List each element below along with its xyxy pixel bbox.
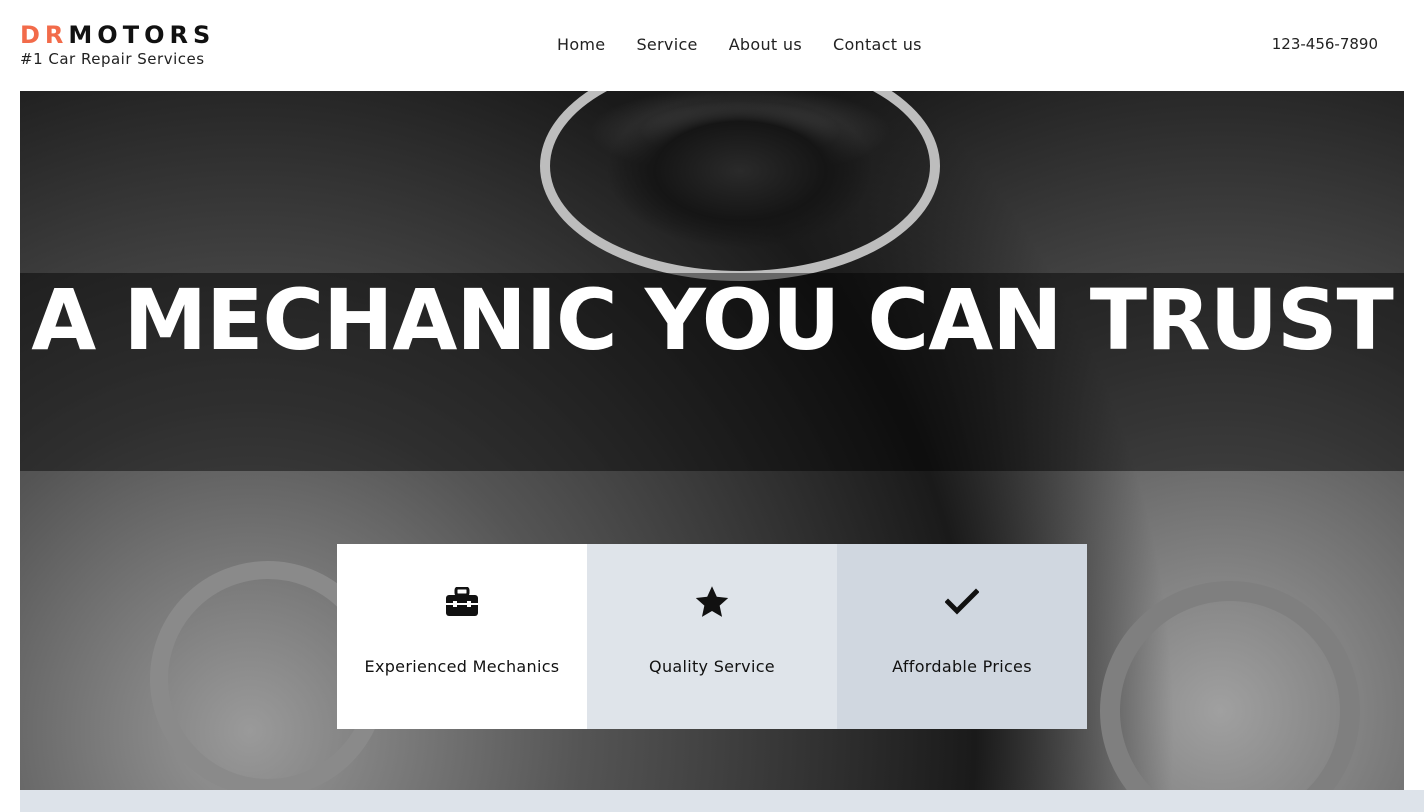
logo-title: DRMOTORS: [20, 22, 215, 48]
checkmark-icon: [944, 584, 980, 620]
logo-tagline: #1 Car Repair Services: [20, 50, 205, 68]
features-row: Experienced Mechanics Quality Service Af…: [337, 544, 1087, 729]
main-nav: Home Service About us Contact us: [557, 35, 953, 54]
feature-label: Experienced Mechanics: [364, 657, 560, 676]
nav-about-link[interactable]: About us: [729, 35, 802, 54]
next-section-strip: [20, 790, 1424, 812]
nav-home-link[interactable]: Home: [557, 35, 605, 54]
toolbox-icon: [444, 584, 480, 620]
feature-card-quality-service: Quality Service: [587, 544, 837, 729]
feature-label: Quality Service: [649, 657, 775, 676]
nav-contact-link[interactable]: Contact us: [833, 35, 922, 54]
feature-card-experienced-mechanics: Experienced Mechanics: [337, 544, 587, 729]
logo-dr-text: DR: [20, 21, 69, 49]
feature-card-affordable-prices: Affordable Prices: [837, 544, 1087, 729]
hero-background-image: [540, 91, 940, 281]
hero-pulley-right: [1100, 581, 1360, 790]
feature-label: Affordable Prices: [892, 657, 1032, 676]
site-header: DRMOTORS #1 Car Repair Services Home Ser…: [0, 0, 1378, 91]
nav-service-link[interactable]: Service: [636, 35, 697, 54]
logo[interactable]: DRMOTORS #1 Car Repair Services: [20, 22, 215, 68]
hero-title: A MECHANIC YOU CAN TRUST: [31, 271, 1394, 369]
logo-motors-text: MOTORS: [68, 21, 216, 49]
star-icon: [694, 584, 730, 620]
phone-number[interactable]: 123-456-7890: [1272, 35, 1378, 53]
